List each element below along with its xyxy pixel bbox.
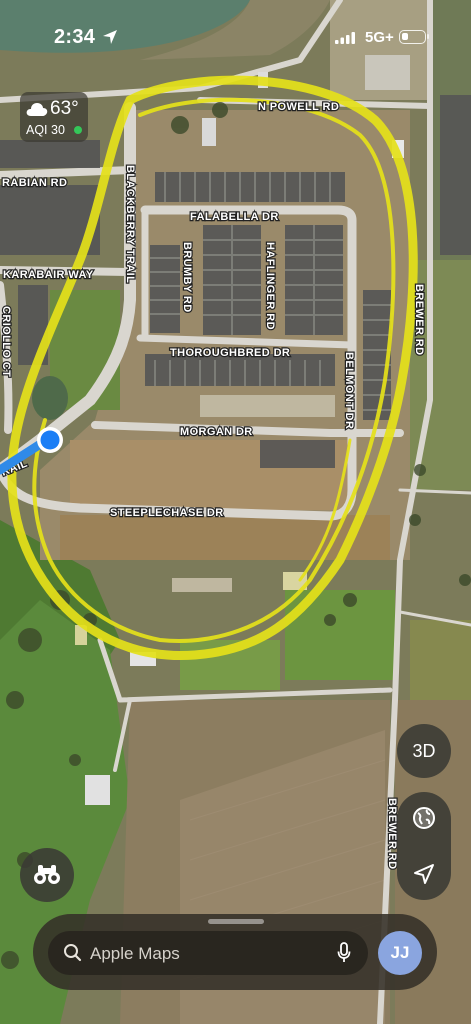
aqi-status-dot — [74, 126, 82, 134]
network-type: 5G+ — [365, 29, 394, 46]
globe-icon[interactable] — [412, 806, 436, 830]
location-services-icon — [103, 30, 117, 44]
3d-view-label: 3D — [412, 740, 436, 761]
sheet-grabber[interactable] — [208, 919, 264, 924]
location-arrow-icon[interactable] — [412, 862, 436, 886]
map-controls — [397, 792, 451, 900]
street-label-belmont: BELMONT DR — [343, 352, 355, 429]
street-label-brewer-top: BREWER RD — [413, 284, 425, 355]
profile-initials: JJ — [390, 943, 410, 962]
street-label-morgan: MORGAN DR — [180, 426, 253, 438]
status-time: 2:34 — [54, 26, 96, 48]
air-quality-index: AQI 30 — [26, 123, 65, 137]
search-sheet[interactable]: JJ — [33, 914, 437, 990]
street-label-thoroughbred: THOROUGHBRED DR — [170, 347, 290, 359]
binoculars-icon — [34, 865, 60, 884]
street-label-haflinger: HAFLINGER RD — [264, 242, 276, 330]
3d-view-button[interactable]: 3D — [397, 724, 451, 778]
microphone-icon[interactable] — [337, 942, 351, 964]
battery-icon — [399, 30, 429, 44]
status-bar: 2:34 5G+ — [0, 0, 471, 76]
street-label-arabian: RABIAN RD — [2, 177, 67, 189]
street-label-brumby: BRUMBY RD — [181, 242, 193, 313]
current-location-dot — [37, 427, 63, 453]
street-label-karabair: KARABAIR WAY — [3, 269, 94, 281]
street-label-criollo: CRIOLLO CT — [0, 306, 12, 377]
street-label-n-powell: N POWELL RD — [258, 101, 339, 113]
profile-avatar[interactable]: JJ — [378, 931, 422, 975]
search-input[interactable] — [88, 937, 332, 971]
look-around-button[interactable] — [20, 848, 74, 902]
cellular-signal-icon — [335, 32, 355, 44]
street-label-blackberry: BLACKBERRY TRAIL — [124, 165, 136, 283]
weather-widget[interactable]: 63° AQI 30 — [20, 92, 88, 142]
weather-temperature: 63° — [50, 98, 79, 119]
cloud-icon — [26, 103, 48, 116]
search-icon — [64, 944, 82, 962]
street-label-steeplechase: STEEPLECHASE DR — [110, 507, 224, 519]
street-label-falabella: FALABELLA DR — [190, 211, 279, 223]
search-bar[interactable] — [48, 931, 368, 975]
